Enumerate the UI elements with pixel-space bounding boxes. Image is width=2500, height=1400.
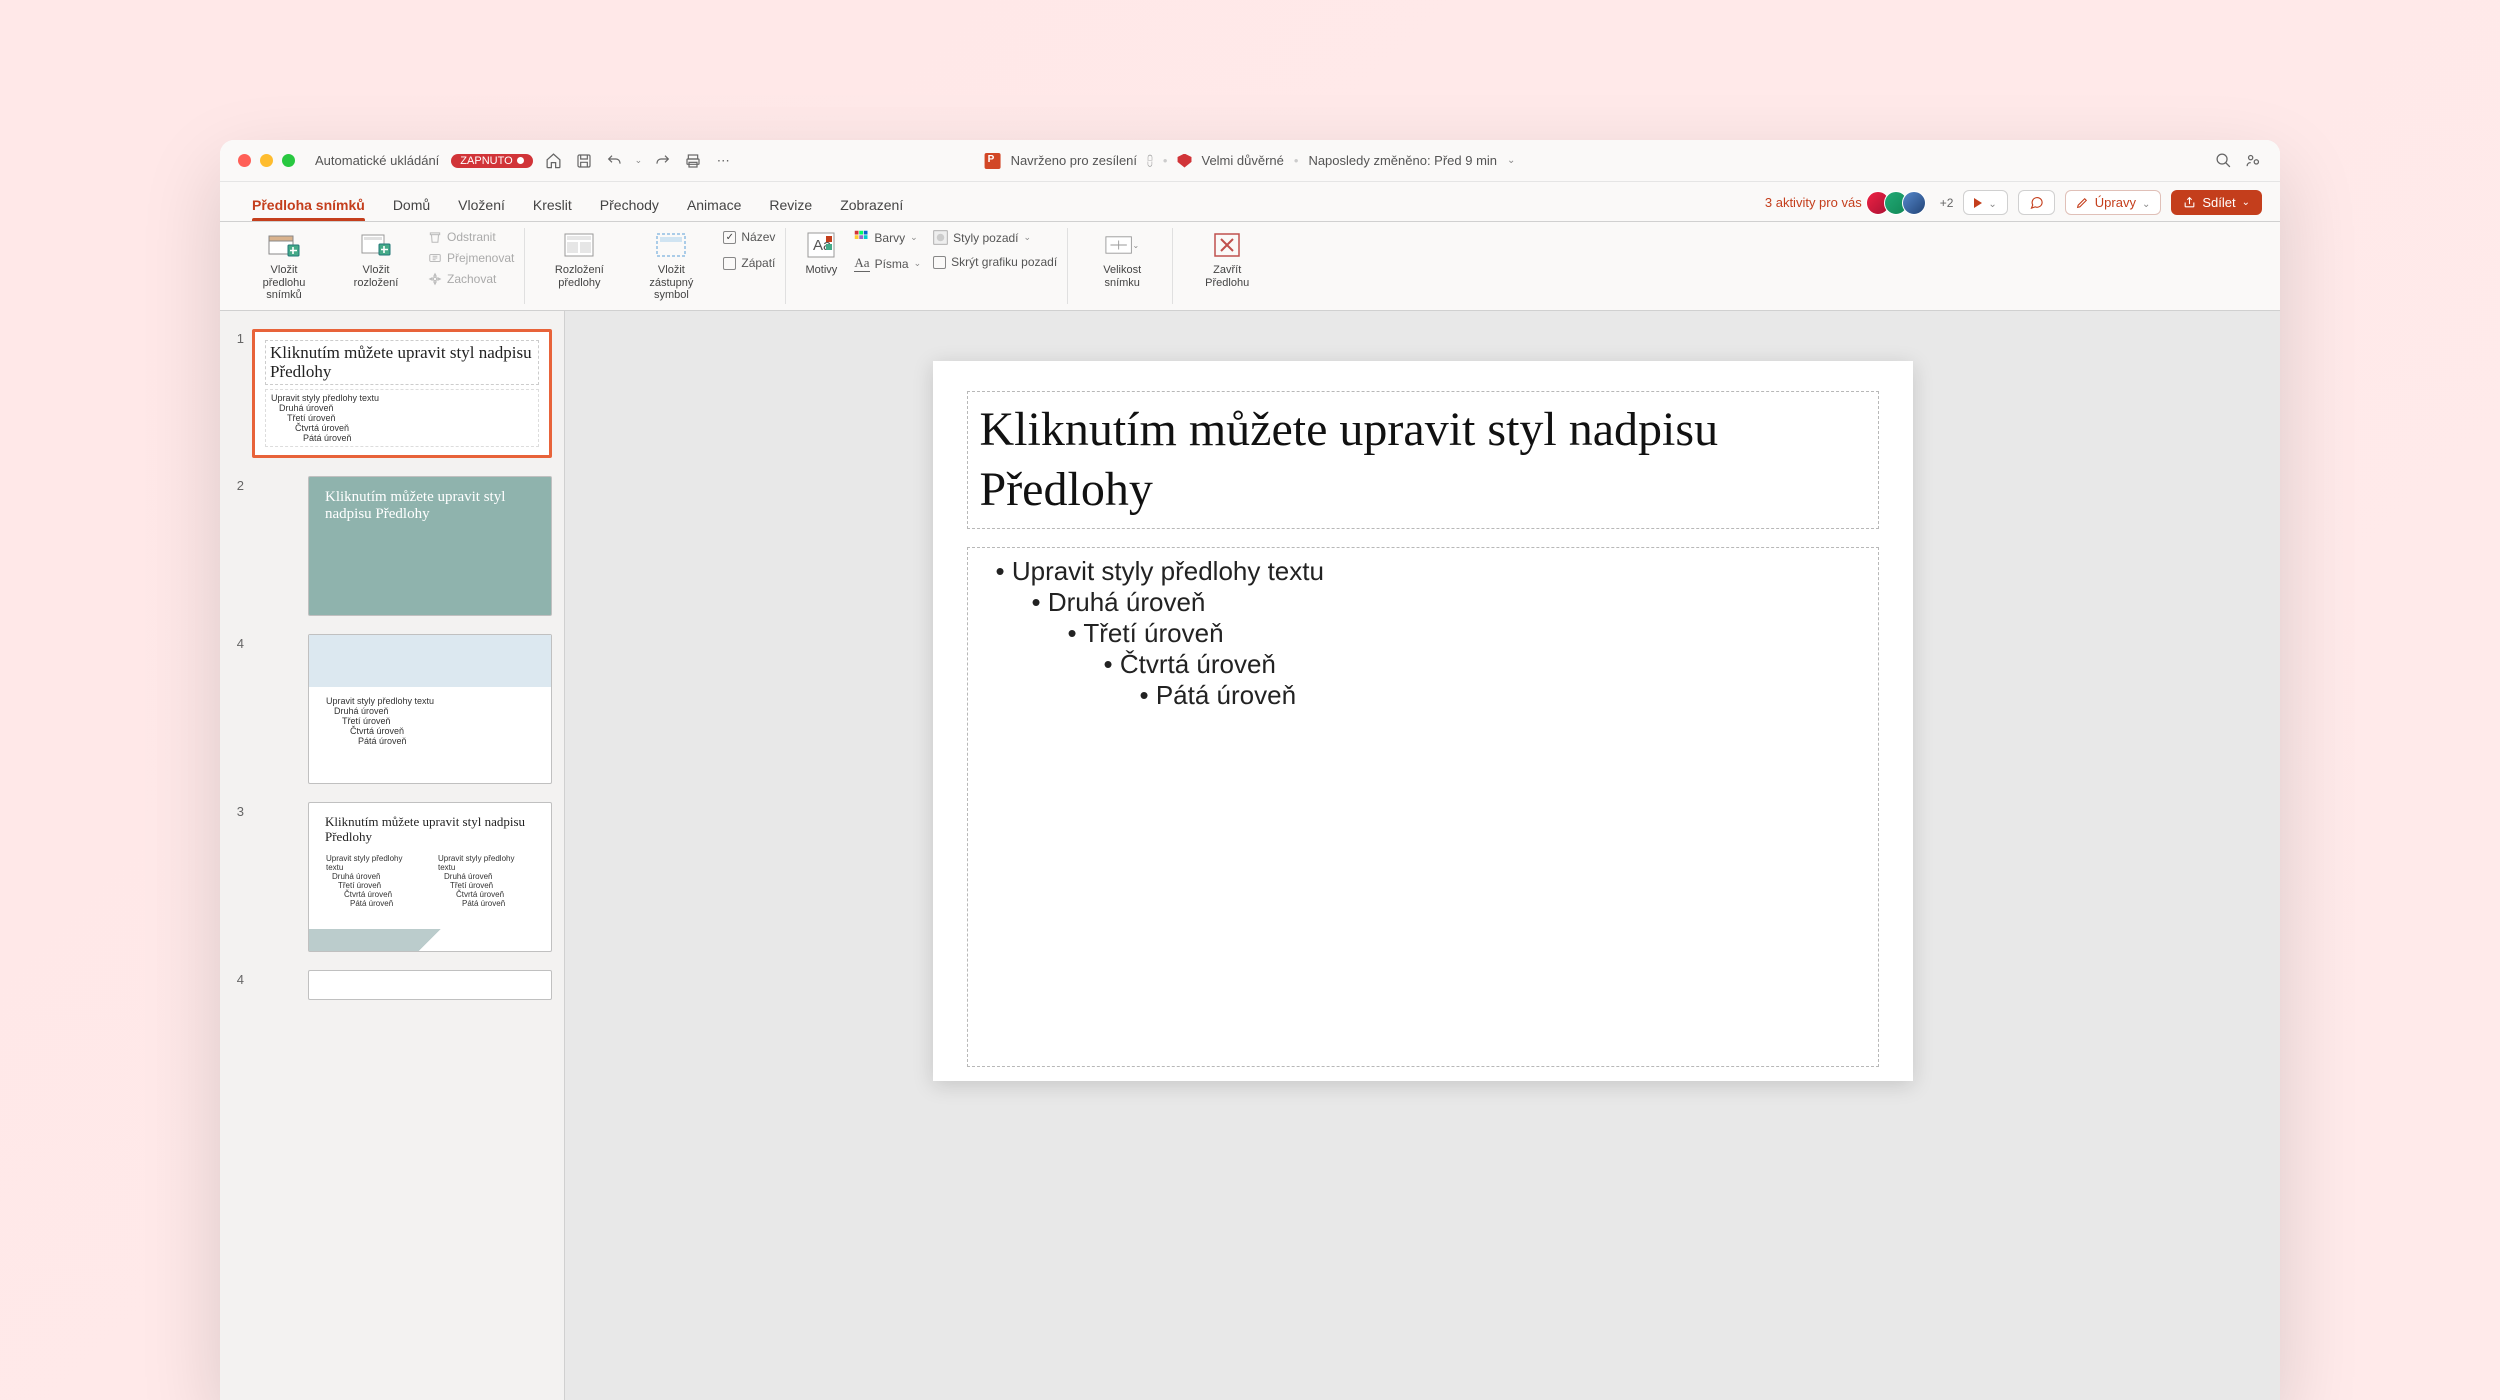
layout-thumb[interactable] [308,970,552,1000]
close-master-button[interactable]: Zavřít Předlohu [1187,228,1267,291]
thumb-number: 1 [232,329,244,458]
layout-thumb[interactable]: Kliknutím můžete upravit styl nadpisu Př… [308,476,552,616]
editor-body: 1 Kliknutím můžete upravit styl nadpisu … [220,311,2280,1400]
close-window-icon[interactable] [238,154,251,167]
insert-layout-button[interactable]: Vložit rozložení [336,228,416,291]
titlebar: Automatické ukládání ZAPNUTO ⌄ ⋯ Navržen… [220,140,2280,182]
editing-mode-button[interactable]: Úpravy [2065,190,2162,215]
tab-review[interactable]: Revize [755,197,826,221]
present-button[interactable] [1963,190,2007,215]
play-icon [1974,198,1982,208]
redo-icon[interactable] [654,152,672,170]
tab-home[interactable]: Domů [379,197,444,221]
slide-size-button[interactable]: ⌄ Velikost snímku [1082,228,1162,291]
colors-button[interactable]: Barvy ⌄ [854,228,921,247]
hide-bg-checkbox[interactable]: Skrýt grafiku pozadí [933,253,1057,271]
powerpoint-icon [985,153,1001,169]
layout-thumb[interactable]: Upravit styly předlohy textu Druhá úrove… [308,634,552,784]
shield-icon [1177,154,1191,168]
footer-checkbox[interactable]: Zápatí [723,254,775,272]
autosave-label: Automatické ukládání [315,153,439,168]
tab-view[interactable]: Zobrazení [826,197,917,221]
thumbnail-panel[interactable]: 1 Kliknutím můžete upravit styl nadpisu … [220,311,565,1400]
tab-transitions[interactable]: Přechody [586,197,673,221]
rename-button[interactable]: Přejmenovat [428,249,514,267]
thumb-number: 4 [232,634,244,784]
ribbon-tabs: Předloha snímků Domů Vložení Kreslit Pře… [220,182,2280,222]
insert-placeholder-button[interactable]: Vložit zástupný symbol [631,228,711,304]
share-button[interactable]: Sdílet [2171,190,2262,215]
fonts-button[interactable]: AaPísma ⌄ [854,253,921,274]
background-styles-button[interactable]: Styly pozadí ⌄ [933,228,1057,247]
titlebar-center: Navrženo pro zesílení ⩉ • Velmi důvěrné … [985,153,1516,169]
thumb-number: 4 [232,970,244,1000]
slide-canvas-area[interactable]: Kliknutím můžete upravit styl nadpisu Př… [565,311,2280,1400]
sensitivity-label[interactable]: Velmi důvěrné [1201,153,1283,168]
app-window: Automatické ukládání ZAPNUTO ⌄ ⋯ Navržen… [220,140,2280,1400]
comments-button[interactable] [2018,190,2055,215]
ribbon: Vložit předlohu snímků Vložit rozložení … [220,222,2280,311]
maximize-window-icon[interactable] [282,154,295,167]
insert-slide-master-button[interactable]: Vložit předlohu snímků [244,228,324,304]
autosave-toggle[interactable]: ZAPNUTO [451,154,532,168]
thumb-number: 2 [232,476,244,616]
tab-slide-master[interactable]: Předloha snímků [238,197,379,221]
more-icon[interactable]: ⋯ [714,152,732,170]
delete-button[interactable]: Odstranit [428,228,514,246]
themes-button[interactable]: Aa Motivy [800,228,842,279]
thumb-number: 3 [232,802,244,952]
window-controls [238,154,295,167]
tab-animations[interactable]: Animace [673,197,755,221]
print-icon[interactable] [684,152,702,170]
activity-link[interactable]: 3 aktivity pro vás [1765,195,1862,210]
body-placeholder[interactable]: Upravit styly předlohy textu Druhá úrove… [967,547,1879,1067]
title-checkbox[interactable]: Název [723,228,775,246]
preserve-button[interactable]: Zachovat [428,270,514,288]
minimize-window-icon[interactable] [260,154,273,167]
designer-status[interactable]: Navrženo pro zesílení [1011,153,1137,168]
save-icon[interactable] [575,152,593,170]
avatar[interactable] [1902,191,1926,215]
slide-master-thumb[interactable]: Kliknutím můžete upravit styl nadpisu Př… [252,329,552,458]
last-modified[interactable]: Naposledy změněno: Před 9 min [1308,153,1497,168]
layout-thumb[interactable]: Kliknutím můžete upravit styl nadpisu Př… [308,802,552,952]
tab-draw[interactable]: Kreslit [519,197,586,221]
collab-icon[interactable] [2244,152,2262,170]
undo-icon[interactable] [605,152,623,170]
people-icon[interactable]: ⩉ [1147,153,1153,169]
avatar-overflow[interactable]: +2 [1940,196,1954,210]
master-layout-button[interactable]: Rozložení předlohy [539,228,619,291]
slide-master[interactable]: Kliknutím můžete upravit styl nadpisu Př… [933,361,1913,1081]
home-icon[interactable] [545,152,563,170]
presence-avatars[interactable] [1872,191,1926,215]
search-icon[interactable] [2214,152,2232,170]
title-placeholder[interactable]: Kliknutím můžete upravit styl nadpisu Př… [967,391,1879,529]
tab-insert[interactable]: Vložení [444,197,519,221]
